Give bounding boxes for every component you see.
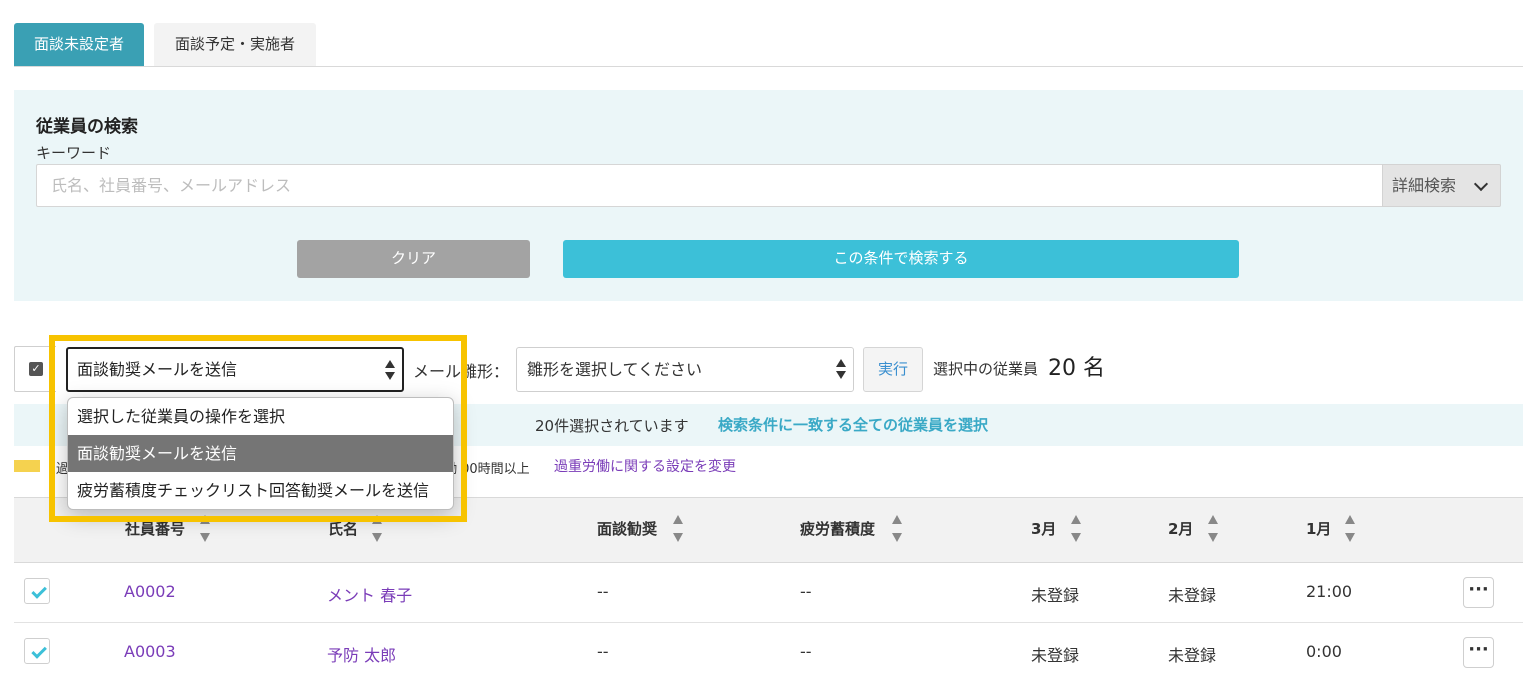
header-february[interactable]: 2月 <box>1168 518 1193 539</box>
february-value: 未登録 <box>1168 646 1217 665</box>
tab-bar: 面談未設定者 面談予定・実施者 <box>14 23 1523 67</box>
check-icon <box>31 643 47 659</box>
check-icon <box>31 583 47 599</box>
template-select-value: 雛形を選択してください <box>527 360 703 379</box>
row-checkbox[interactable] <box>24 638 50 664</box>
january-value: 21:00 <box>1306 582 1353 601</box>
more-icon[interactable]: ··· <box>1463 577 1494 608</box>
template-select[interactable]: 雛形を選択してください <box>516 347 854 392</box>
march-value: 未登録 <box>1031 586 1080 605</box>
header-january[interactable]: 1月 <box>1306 518 1331 539</box>
february-value: 未登録 <box>1168 586 1217 605</box>
run-button[interactable]: 実行 <box>863 347 923 392</box>
table-row: A0003 予防 太郎 -- -- 未登録 未登録 0:00 ··· <box>14 623 1523 676</box>
header-fatigue[interactable]: 疲労蓄積度 <box>800 518 875 539</box>
more-icon[interactable]: ··· <box>1463 637 1494 668</box>
clear-button[interactable]: クリア <box>297 240 530 278</box>
selected-employees-count: 20 名 <box>1048 356 1105 381</box>
fatigue-value: -- <box>800 582 812 601</box>
employee-id-link[interactable]: A0003 <box>124 642 176 661</box>
sort-icon[interactable] <box>1345 515 1355 545</box>
employee-name-link[interactable]: メント 春子 <box>327 582 412 606</box>
overtime-legend-swatch <box>14 460 40 472</box>
selected-employees-label: 選択中の従業員 <box>933 360 1039 378</box>
search-button[interactable]: この条件で検索する <box>563 240 1239 278</box>
keyword-label: キーワード <box>36 144 112 162</box>
sort-icon[interactable] <box>1208 515 1218 545</box>
interview-value: -- <box>597 582 609 601</box>
sort-icon[interactable] <box>892 515 902 545</box>
overtime-settings-link[interactable]: 過重労働に関する設定を変更 <box>554 456 736 476</box>
detail-search-button[interactable]: 詳細検索 <box>1382 164 1501 207</box>
interview-value: -- <box>597 642 609 661</box>
march-value: 未登録 <box>1031 646 1080 665</box>
header-march[interactable]: 3月 <box>1031 518 1056 539</box>
tab-unscheduled[interactable]: 面談未設定者 <box>14 23 144 66</box>
sort-icon[interactable] <box>1071 515 1081 545</box>
select-all-matching-link[interactable]: 検索条件に一致する全ての従業員を選択 <box>718 414 988 435</box>
search-panel: 従業員の検索 キーワード 詳細検索 クリア この条件で検索する <box>14 90 1523 301</box>
header-interview[interactable]: 面談勧奨 <box>597 518 657 539</box>
chevron-down-icon <box>1473 176 1489 192</box>
highlight-annotation <box>49 335 467 522</box>
tab-scheduled[interactable]: 面談予定・実施者 <box>154 23 316 66</box>
january-value: 0:00 <box>1306 642 1342 661</box>
select-arrows-icon <box>836 359 846 381</box>
search-title: 従業員の検索 <box>36 117 138 137</box>
fatigue-value: -- <box>800 642 812 661</box>
check-icon: ✓ <box>29 362 43 376</box>
selection-count-text: 20件選択されています <box>535 417 689 435</box>
employee-id-link[interactable]: A0002 <box>124 582 176 601</box>
table-row: A0002 メント 春子 -- -- 未登録 未登録 21:00 ··· <box>14 563 1523 623</box>
sort-icon[interactable] <box>673 515 683 545</box>
row-checkbox[interactable] <box>24 578 50 604</box>
employee-name-link[interactable]: 予防 太郎 <box>327 642 396 666</box>
keyword-input[interactable] <box>36 164 1383 207</box>
detail-search-label: 詳細検索 <box>1392 176 1457 195</box>
